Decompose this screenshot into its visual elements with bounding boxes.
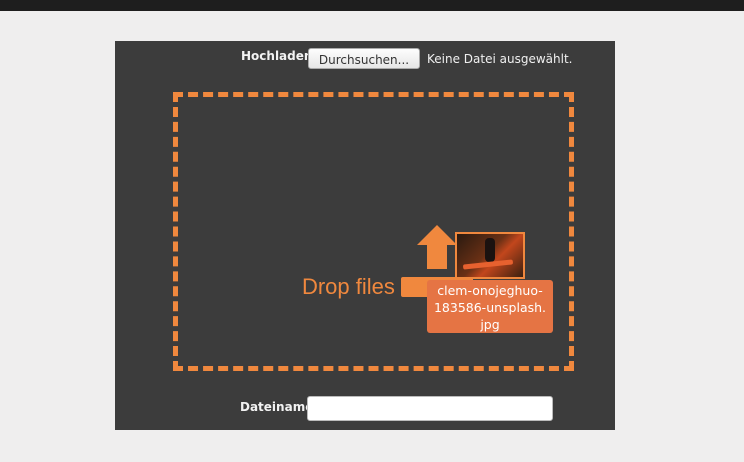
file-name-line-2: 183586-unsplash. [433,300,547,315]
no-file-selected-text: Keine Datei ausgewählt. [427,52,573,66]
filename-label: Dateiname [240,400,314,414]
upload-label: Hochladen [241,49,313,63]
dragged-file-name: clem-onojeghuo- 183586-unsplash. jpg [427,280,553,333]
thumbnail-stripe [462,259,514,270]
top-bar [0,0,744,11]
drop-zone[interactable]: Drop files here clem-onojeghuo- 183586-u… [173,92,574,371]
file-name-line-1: clem-onojeghuo- [437,283,543,298]
upload-panel: Hochladen Durchsuchen... Keine Datei aus… [115,41,615,430]
browse-button[interactable]: Durchsuchen... [308,48,420,69]
dragged-file-thumbnail [455,232,525,279]
file-name-line-3: jpg [480,317,500,332]
thumbnail-figure [485,238,495,262]
filename-input[interactable] [307,396,553,421]
